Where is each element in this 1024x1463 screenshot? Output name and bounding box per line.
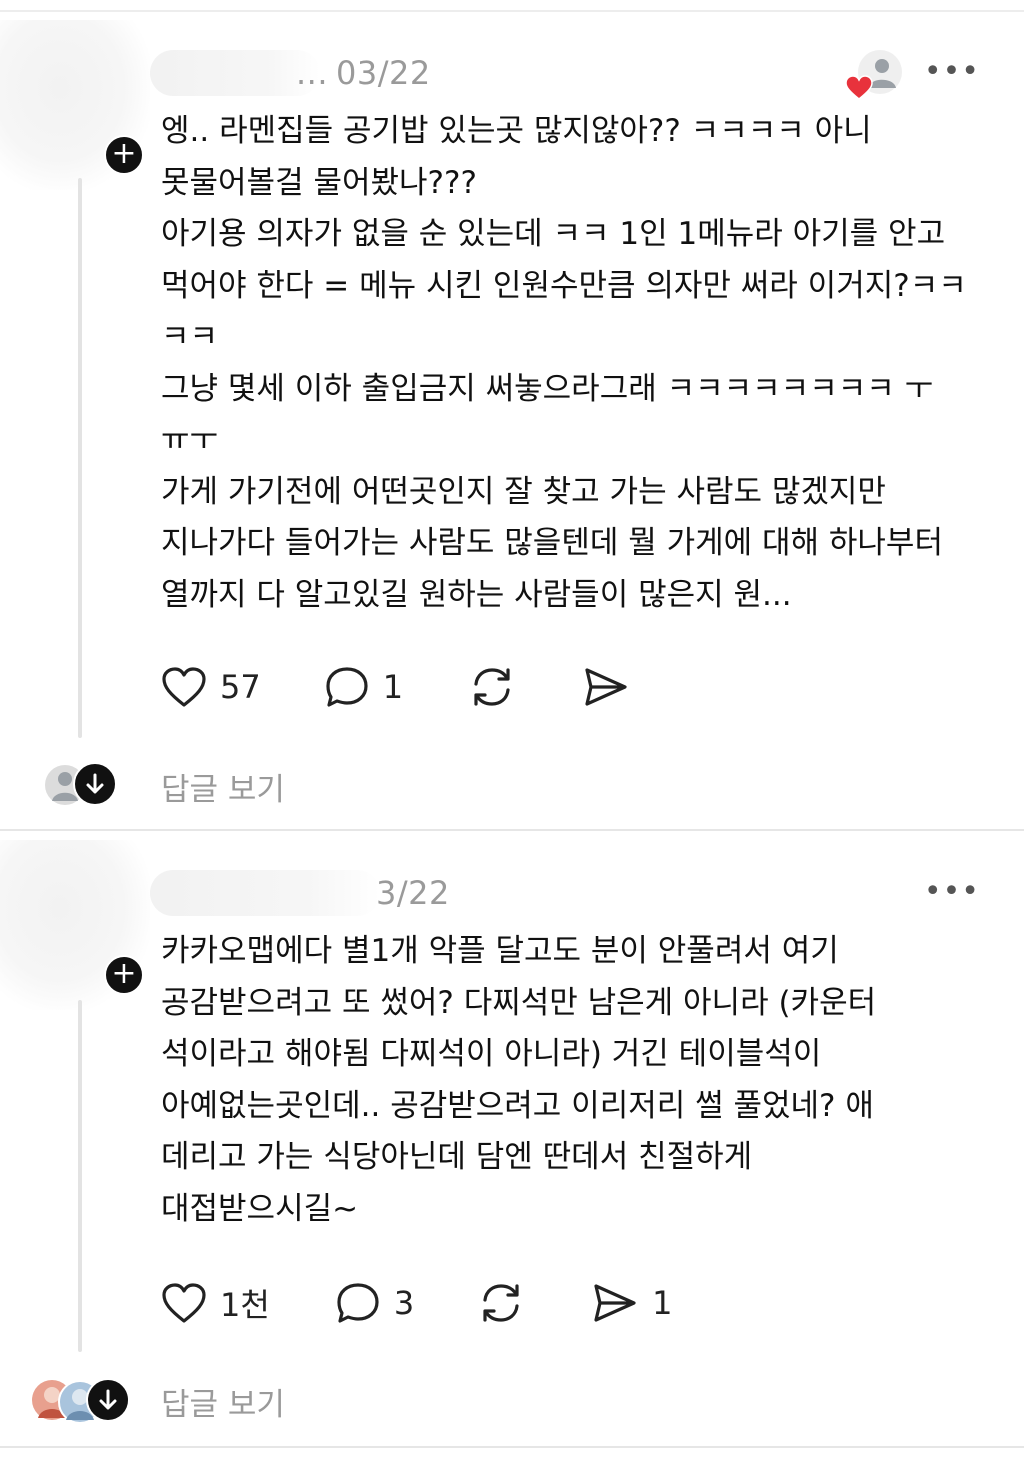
action-bar: 1천 3 1 [160,1278,673,1328]
share-button[interactable] [581,664,631,710]
arrow-down-icon [99,1389,117,1410]
comment-button[interactable]: 3 [334,1280,414,1326]
action-bar: 57 1 [160,662,631,712]
more-options-button[interactable]: ••• [924,57,980,87]
view-replies-link[interactable]: 답글 보기 [161,764,285,809]
send-icon [585,668,627,706]
like-count: 57 [220,668,261,706]
comment-button[interactable]: 1 [323,664,403,710]
post-date: 3/22 [376,874,450,912]
comment-icon [337,1283,379,1323]
post-divider [0,1446,1024,1448]
heart-badge-icon [845,75,873,100]
blurred-username [150,50,320,96]
repost-button[interactable] [467,664,517,710]
comment-icon [326,667,368,707]
heart-icon [162,1283,206,1323]
repost-icon [483,1284,519,1322]
top-separator [0,10,1024,12]
post-body: 카카오맵에다 별1개 악플 달고도 분이 안풀려서 여기 공감받으려고 또 썼어… [161,933,877,1227]
post-divider [0,829,1024,831]
more-options-button[interactable]: ••• [924,877,980,907]
follow-plus-button[interactable]: + [104,135,144,175]
arrow-down-icon [86,773,104,794]
like-button[interactable]: 1천 [160,1280,270,1326]
comment-count: 1 [382,668,404,706]
blurred-username [150,870,380,916]
comment-count: 3 [393,1284,415,1322]
heart-icon [162,667,206,707]
thread-line [78,1000,82,1352]
send-icon [594,1284,636,1322]
follow-plus-button[interactable]: + [104,955,144,995]
share-count: 1 [652,1284,673,1322]
repost-button[interactable] [476,1280,526,1326]
post-body: 엥.. 라멘집들 공기밥 있는곳 많지않아?? ㅋㅋㅋㅋ 아니 못물어볼걸 물어… [161,113,967,613]
share-button[interactable]: 1 [590,1280,673,1326]
like-count: 1천 [220,1286,270,1324]
repost-icon [474,668,510,706]
view-replies-arrow-button[interactable] [73,762,117,806]
view-replies-link[interactable]: 답글 보기 [161,1379,285,1424]
view-replies-arrow-button[interactable] [86,1378,130,1422]
post-date: ... 03/22 [296,54,431,92]
like-button[interactable]: 57 [160,665,261,709]
thread-line [78,178,82,738]
